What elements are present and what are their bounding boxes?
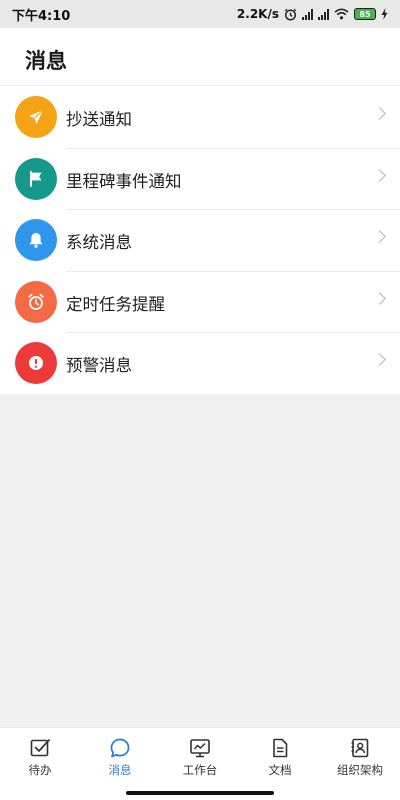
home-indicator[interactable] bbox=[126, 791, 274, 795]
monitor-icon bbox=[190, 739, 210, 758]
list-item-scheduled-task-reminder[interactable]: 定时任务提醒 bbox=[0, 270, 400, 333]
alarm-icon bbox=[284, 8, 297, 21]
list-item-cc-notification[interactable]: 抄送通知 bbox=[0, 86, 400, 148]
signal-icon bbox=[318, 8, 329, 20]
list-item-label: 抄送通知 bbox=[66, 110, 132, 129]
list-item-label: 预警消息 bbox=[66, 356, 132, 376]
chevron-right-icon bbox=[373, 168, 386, 182]
contacts-icon bbox=[351, 738, 369, 758]
alarm-clock-icon bbox=[15, 280, 57, 323]
checkbox-icon bbox=[30, 739, 50, 757]
tab-label: 消息 bbox=[108, 763, 132, 777]
system-nav-bar bbox=[0, 784, 400, 800]
list-item-system-message[interactable]: 系统消息 bbox=[0, 209, 400, 271]
tab-organization[interactable]: 组织架构 bbox=[320, 728, 400, 784]
document-icon bbox=[273, 738, 288, 758]
tab-workbench[interactable]: 工作台 bbox=[160, 728, 240, 784]
flag-icon bbox=[15, 157, 57, 200]
chevron-right-icon bbox=[373, 353, 386, 367]
bottom-tab-bar: 待办 消息 工作台 文档 组织架构 bbox=[0, 727, 400, 784]
network-speed: 2.2K/s bbox=[236, 7, 279, 21]
tab-label: 文档 bbox=[268, 763, 292, 777]
list-item-label: 定时任务提醒 bbox=[66, 294, 165, 314]
status-icons: 2.2K/s 85 bbox=[237, 7, 388, 21]
page-header: 消息 bbox=[0, 28, 400, 86]
alert-icon bbox=[15, 342, 57, 385]
tab-documents[interactable]: 文档 bbox=[240, 728, 320, 784]
chevron-right-icon bbox=[373, 291, 386, 305]
list-item-milestone-notification[interactable]: 里程碑事件通知 bbox=[0, 147, 400, 210]
chevron-right-icon bbox=[373, 230, 386, 244]
tab-todo[interactable]: 待办 bbox=[0, 728, 80, 784]
wifi-icon bbox=[334, 8, 349, 20]
paper-plane-icon bbox=[15, 96, 57, 138]
tab-label: 待办 bbox=[28, 763, 52, 777]
list-item-alert-message[interactable]: 预警消息 bbox=[0, 332, 400, 394]
chat-bubble-icon bbox=[110, 738, 130, 758]
charging-icon bbox=[381, 8, 388, 20]
message-list: 抄送通知 里程碑事件通知 系统消息 定时任务提醒 预警消息 bbox=[0, 86, 400, 394]
tab-label: 组织架构 bbox=[337, 763, 383, 777]
chevron-right-icon bbox=[373, 107, 386, 120]
tab-messages[interactable]: 消息 bbox=[80, 728, 160, 784]
list-item-label: 系统消息 bbox=[66, 233, 132, 253]
page-title: 消息 bbox=[25, 49, 67, 73]
bell-icon bbox=[15, 219, 57, 262]
signal-icon bbox=[302, 8, 313, 20]
list-item-label: 里程碑事件通知 bbox=[66, 171, 182, 191]
battery-icon: 85 bbox=[354, 8, 376, 20]
tab-label: 工作台 bbox=[182, 763, 218, 777]
status-time: 下午4:10 bbox=[12, 8, 71, 24]
status-bar: 下午4:10 2.2K/s 85 bbox=[0, 0, 400, 28]
